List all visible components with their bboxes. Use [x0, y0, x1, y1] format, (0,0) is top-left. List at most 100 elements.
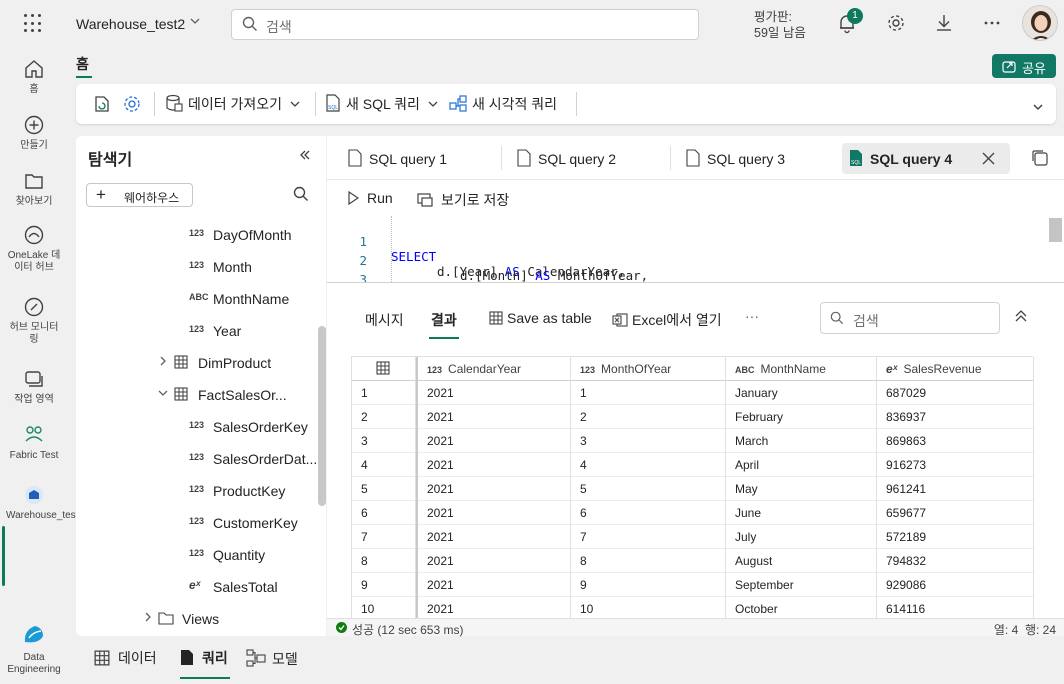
table-cell[interactable]: 9	[571, 573, 726, 597]
chevron-right-icon[interactable]	[158, 356, 168, 369]
table-cell[interactable]: 929086	[877, 573, 1034, 597]
table-cell[interactable]: 3	[571, 429, 726, 453]
tree-item-folder[interactable]: Views	[76, 603, 316, 635]
rail-data-engineering[interactable]: Data Engineering	[0, 622, 68, 676]
tree-item-column[interactable]: 123 Quantity	[76, 539, 316, 571]
table-cell[interactable]: 2021	[416, 429, 571, 453]
table-cell[interactable]: 2021	[416, 477, 571, 501]
tree-item-table[interactable]: DimProduct	[76, 347, 316, 379]
pane-divider[interactable]	[327, 282, 1064, 283]
workspace-name[interactable]: Warehouse_test2	[76, 16, 185, 32]
table-cell[interactable]: 2021	[416, 525, 571, 549]
row-number[interactable]: 6	[352, 501, 416, 525]
table-cell[interactable]: 2021	[416, 501, 571, 525]
table-cell[interactable]: 961241	[877, 477, 1034, 501]
tree-item-column[interactable]: 123 ProductKey	[76, 475, 316, 507]
rail-browse[interactable]: 찾아보기	[0, 170, 68, 208]
close-icon[interactable]	[982, 152, 995, 165]
row-number[interactable]: 3	[352, 429, 416, 453]
more-icon[interactable]	[981, 12, 1005, 36]
chevron-down-icon[interactable]	[190, 15, 200, 29]
tab-results[interactable]: 결과	[431, 310, 457, 330]
tab-query[interactable]: 쿼리	[180, 648, 228, 668]
rail-warehouse[interactable]: Warehouse_test2	[0, 484, 84, 522]
download-icon[interactable]	[933, 12, 957, 36]
tree-item-column[interactable]: 123 SalesOrderKey	[76, 411, 316, 443]
table-cell[interactable]: September	[726, 573, 877, 597]
table-cell[interactable]: 836937	[877, 405, 1034, 429]
tab-sql-query-2[interactable]: SQL query 2	[510, 143, 660, 174]
table-cell[interactable]: 5	[571, 477, 726, 501]
table-row[interactable]: 8 2021 8 August 794832	[352, 549, 1034, 573]
tree-item-table[interactable]: FactSalesOr...	[76, 379, 316, 411]
tab-sql-query-4[interactable]: SQL SQL query 4	[842, 143, 1010, 174]
table-row[interactable]: 3 2021 3 March 869863	[352, 429, 1034, 453]
explorer-scrollbar[interactable]	[318, 326, 326, 506]
trial-status[interactable]: 평가판: 59일 남음	[754, 9, 806, 41]
rail-monitor[interactable]: 허브 모니터링	[0, 296, 68, 346]
table-cell[interactable]: 2021	[416, 405, 571, 429]
table-cell[interactable]: January	[726, 381, 877, 405]
table-cell[interactable]: 659677	[877, 501, 1034, 525]
avatar[interactable]	[1022, 5, 1058, 41]
table-cell[interactable]: 2021	[416, 381, 571, 405]
table-cell[interactable]: May	[726, 477, 877, 501]
row-number[interactable]: 1	[352, 381, 416, 405]
tree-item-column[interactable]: ABC MonthName	[76, 283, 316, 315]
tree-item-column[interactable]: eˣ SalesTotal	[76, 571, 316, 603]
table-row[interactable]: 6 2021 6 June 659677	[352, 501, 1034, 525]
results-search-input[interactable]: 검색	[820, 302, 1000, 334]
row-number[interactable]: 2	[352, 405, 416, 429]
new-sql-query-button[interactable]: SQL 새 SQL 쿼리	[324, 93, 438, 114]
table-cell[interactable]: February	[726, 405, 877, 429]
rail-create[interactable]: 만들기	[0, 114, 68, 152]
ribbon-expand-icon[interactable]	[1032, 100, 1044, 116]
save-as-table-button[interactable]: Save as table	[489, 310, 592, 326]
table-row[interactable]: 7 2021 7 July 572189	[352, 525, 1034, 549]
table-cell[interactable]: 4	[571, 453, 726, 477]
copy-icon[interactable]	[1031, 149, 1049, 170]
table-cell[interactable]: 916273	[877, 453, 1034, 477]
table-cell[interactable]: 8	[571, 549, 726, 573]
tab-messages[interactable]: 메시지	[365, 310, 404, 330]
rail-home[interactable]: 홈	[0, 58, 68, 96]
tab-sql-query-3[interactable]: SQL query 3	[679, 143, 829, 174]
table-row[interactable]: 1 2021 1 January 687029	[352, 381, 1034, 405]
row-number[interactable]: 5	[352, 477, 416, 501]
settings-icon[interactable]	[122, 94, 142, 117]
rail-workspaces[interactable]: 작업 영역	[0, 368, 68, 406]
tab-model[interactable]: 모델	[246, 648, 298, 669]
rail-fabric-test[interactable]: Fabric Test	[0, 424, 68, 462]
tree-item-column[interactable]: 123 SalesOrderDat...	[76, 443, 317, 475]
table-cell[interactable]: April	[726, 453, 877, 477]
table-cell[interactable]: August	[726, 549, 877, 573]
tab-data[interactable]: 데이터	[94, 648, 157, 668]
more-options-icon[interactable]: ···	[745, 308, 759, 324]
collapse-icon[interactable]	[298, 148, 312, 165]
table-cell[interactable]: 794832	[877, 549, 1034, 573]
table-cell[interactable]: 572189	[877, 525, 1034, 549]
refresh-icon[interactable]	[92, 94, 112, 117]
add-warehouse-button[interactable]: + 웨어하우스	[86, 183, 193, 207]
table-cell[interactable]: 2	[571, 405, 726, 429]
search-input[interactable]: 검색	[231, 9, 699, 40]
table-cell[interactable]: March	[726, 429, 877, 453]
tab-home[interactable]: 홈	[76, 54, 89, 74]
table-cell[interactable]: June	[726, 501, 877, 525]
row-number[interactable]: 7	[352, 525, 416, 549]
table-cell[interactable]: 2021	[416, 549, 571, 573]
get-data-button[interactable]: 데이터 가져오기	[164, 93, 300, 114]
share-button[interactable]: 공유	[992, 54, 1056, 78]
row-number[interactable]: 9	[352, 573, 416, 597]
tree-item-column[interactable]: 123 Year	[76, 315, 316, 347]
gear-icon[interactable]	[885, 12, 909, 36]
table-row[interactable]: 4 2021 4 April 916273	[352, 453, 1034, 477]
select-all-icon[interactable]	[352, 357, 416, 382]
table-cell[interactable]: 7	[571, 525, 726, 549]
table-row[interactable]: 2 2021 2 February 836937	[352, 405, 1034, 429]
tab-sql-query-1[interactable]: SQL query 1	[341, 143, 491, 174]
table-cell[interactable]: 1	[571, 381, 726, 405]
search-icon[interactable]	[293, 186, 309, 205]
table-cell[interactable]: 869863	[877, 429, 1034, 453]
column-header[interactable]: 123 CalendarYear	[416, 357, 571, 382]
